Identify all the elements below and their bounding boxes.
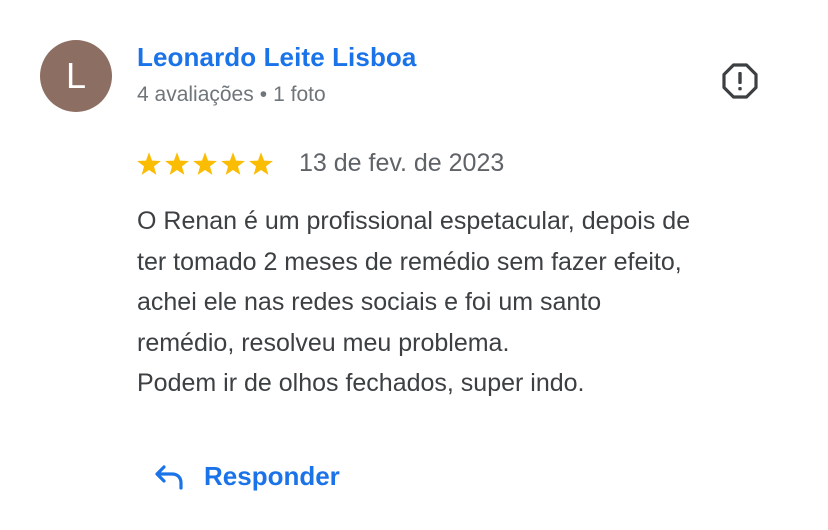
reviews-count: 4 avaliações [137, 83, 254, 106]
reply-button[interactable]: Responder [152, 455, 340, 497]
review-text-line: Podem ir de olhos fechados, super indo. [137, 369, 585, 397]
reply-label: Responder [204, 460, 340, 491]
report-button[interactable] [720, 61, 760, 101]
author-meta: 4 avaliações • 1 foto [137, 83, 326, 107]
report-icon [722, 63, 758, 99]
star-icon [137, 152, 161, 175]
author-name-link[interactable]: Leonardo Leite Lisboa [137, 42, 416, 73]
review-text-line: remédio, resolveu meu problema. [137, 328, 510, 357]
star-icon [165, 152, 189, 175]
review-date: 13 de fev. de 2023 [299, 149, 505, 177]
review-card: L Leonardo Leite Lisboa 4 avaliações • 1 f… [0, 0, 828, 530]
review-text-line: achei ele nas redes sociais e foi um san… [137, 288, 602, 316]
avatar[interactable]: L [40, 40, 112, 112]
review-text-line: O Renan é um profissional espetacular, d… [137, 207, 691, 235]
reply-arrow-icon [155, 465, 183, 490]
star-rating [136, 151, 274, 179]
star-icon [221, 152, 245, 175]
review-text: O Renan é um profissional espetacular, d… [137, 201, 797, 404]
meta-separator: • [259, 83, 268, 106]
star-icon [193, 152, 217, 175]
star-icon [249, 152, 273, 175]
review-text-line: ter tomado 2 meses de remédio sem fazer … [137, 247, 682, 276]
photos-count: 1 foto [273, 83, 326, 106]
